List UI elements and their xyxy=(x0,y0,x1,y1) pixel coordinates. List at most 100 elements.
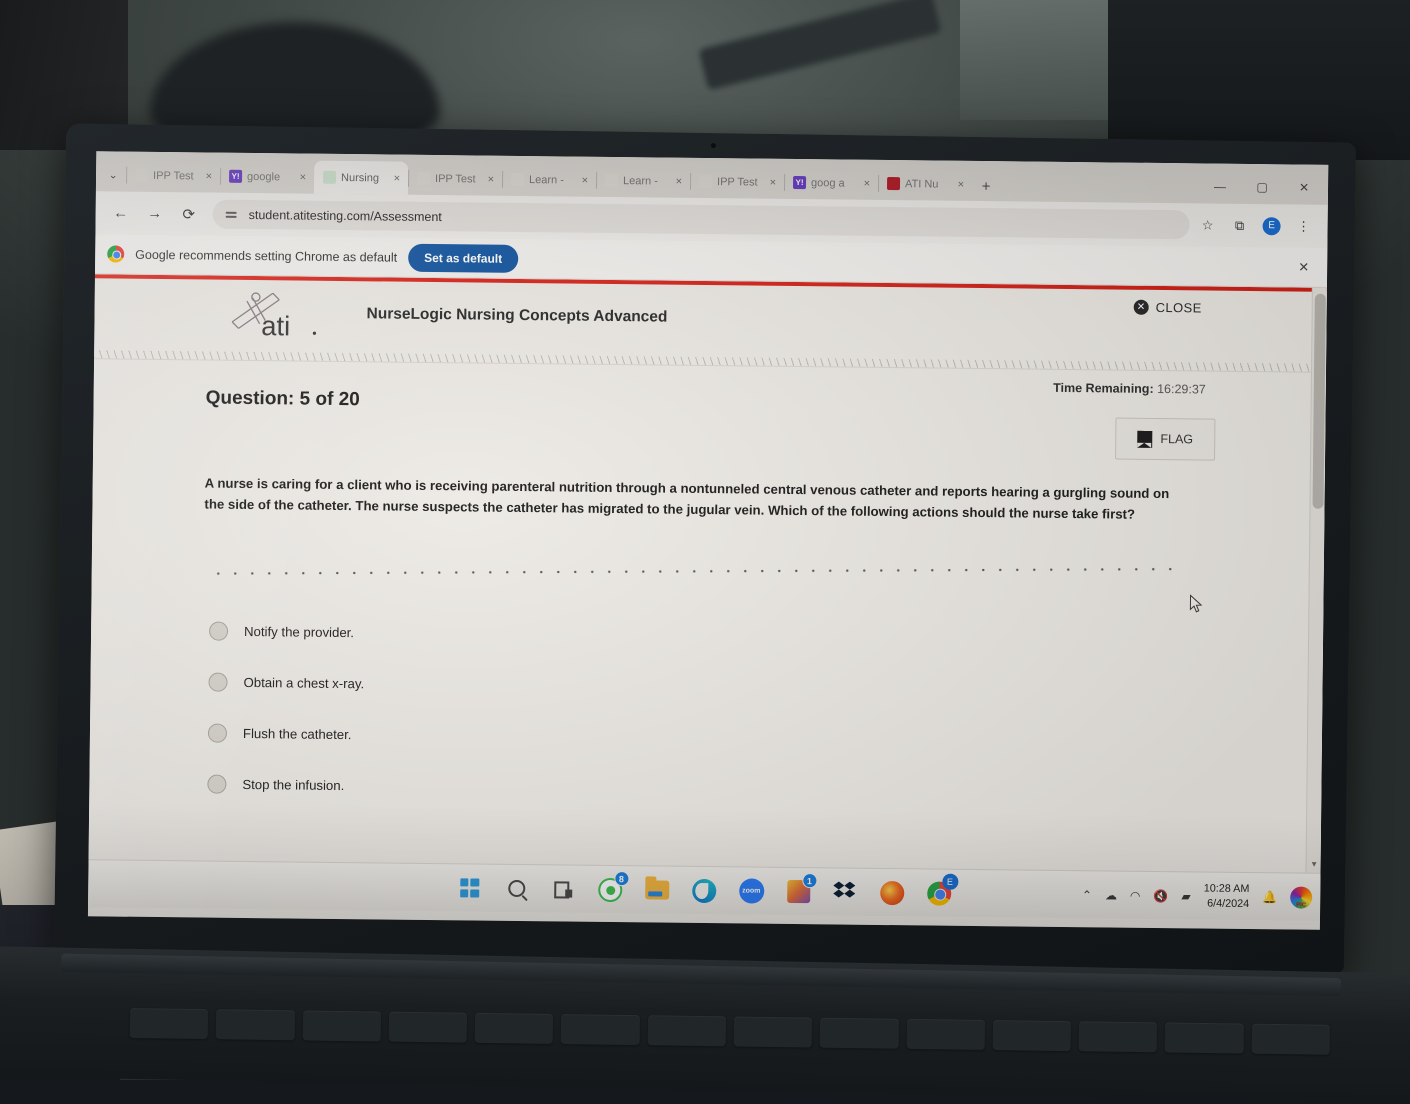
close-label: CLOSE xyxy=(1156,300,1202,316)
key xyxy=(734,1016,813,1047)
file-explorer-icon[interactable] xyxy=(644,876,671,903)
tab-close-icon[interactable]: × xyxy=(956,178,967,190)
tab-title: Learn - xyxy=(529,174,575,187)
tab-close-icon[interactable]: × xyxy=(768,176,779,188)
wifi-icon[interactable]: ◠ xyxy=(1130,889,1141,903)
reload-button[interactable]: ⟳ xyxy=(174,199,204,229)
key xyxy=(906,1019,985,1050)
radio-button[interactable] xyxy=(207,775,226,794)
option-label: Flush the catheter. xyxy=(243,726,352,742)
extensions-icon[interactable]: ⧉ xyxy=(1225,211,1253,239)
notification-bell-icon[interactable]: 🔔 xyxy=(1262,890,1277,904)
browser-tab-6[interactable]: IPP Test × xyxy=(690,165,784,199)
minimize-button[interactable]: — xyxy=(1200,171,1240,201)
zoom-icon[interactable]: zoom xyxy=(738,877,765,904)
windows-start-icon[interactable] xyxy=(456,874,483,901)
microsoft-store-icon[interactable]: 1 xyxy=(785,878,812,905)
chrome-profile-badge: E xyxy=(942,874,958,890)
photos-app-icon[interactable]: PIC xyxy=(1290,886,1312,908)
tab-title: IPP Test xyxy=(435,173,481,186)
profile-avatar[interactable]: E xyxy=(1257,212,1285,240)
answer-option-3[interactable]: Stop the infusion. xyxy=(207,759,908,818)
new-tab-button[interactable]: + xyxy=(972,171,1000,201)
bookmark-star-icon[interactable]: ☆ xyxy=(1193,211,1221,239)
browser-tab-8[interactable]: ATI Nu × xyxy=(878,167,972,201)
toolbar-actions: ☆ ⧉ E ⋮ xyxy=(1193,211,1317,240)
chrome-menu-icon[interactable]: ⋮ xyxy=(1289,212,1317,240)
laptop-screen: ⌄ IPP Test × Y! google × Nursing × xyxy=(88,151,1328,930)
forward-button[interactable]: → xyxy=(140,198,170,228)
browser-tab-4[interactable]: Learn - × xyxy=(502,163,596,197)
assessment-title: NurseLogic Nursing Concepts Advanced xyxy=(366,305,667,326)
answer-option-0[interactable]: Notify the provider. xyxy=(209,606,910,665)
tab-close-icon[interactable]: × xyxy=(674,175,685,187)
tab-search-chevron-icon[interactable]: ⌄ xyxy=(100,157,126,191)
browser-tab-1[interactable]: Y! google × xyxy=(220,160,314,194)
tab-title: google xyxy=(247,170,293,183)
question-text: A nurse is caring for a client who is re… xyxy=(204,473,1179,526)
tab-close-icon[interactable]: × xyxy=(580,174,591,186)
browser-tab-3[interactable]: IPP Test × xyxy=(408,162,502,196)
key xyxy=(130,1008,209,1039)
volume-muted-icon[interactable]: 🔇 xyxy=(1153,889,1168,903)
browser-tab-0[interactable]: IPP Test × xyxy=(126,159,220,193)
chrome-icon xyxy=(107,245,124,262)
tray-overflow-chevron-icon[interactable]: ⌃ xyxy=(1082,888,1092,902)
mouse-cursor xyxy=(1189,594,1202,613)
maximize-button[interactable]: ▢ xyxy=(1242,172,1282,202)
svg-text:ati: ati xyxy=(261,310,290,341)
page-scrollbar[interactable]: ▼ xyxy=(1305,288,1326,873)
assessment-page: ati NurseLogic Nursing Concepts Advanced… xyxy=(89,274,1327,873)
taskbar-clock[interactable]: 10:28 AM 6/4/2024 xyxy=(1203,882,1249,912)
tab-close-icon[interactable]: × xyxy=(204,170,215,182)
room-dark-area xyxy=(1108,0,1410,160)
close-assessment-button[interactable]: ✕ CLOSE xyxy=(1134,300,1202,316)
key xyxy=(820,1018,899,1049)
onedrive-icon[interactable]: ☁ xyxy=(1105,888,1117,902)
set-as-default-button[interactable]: Set as default xyxy=(408,243,518,272)
keyboard-function-row xyxy=(130,1008,1330,1059)
dropbox-icon[interactable] xyxy=(832,878,859,905)
bookmark-flag-icon xyxy=(1137,430,1152,447)
chrome-icon[interactable]: E xyxy=(926,879,953,906)
close-window-button[interactable]: ✕ xyxy=(1284,172,1324,202)
answer-option-1[interactable]: Obtain a chest x-ray. xyxy=(208,657,909,716)
key xyxy=(1079,1021,1158,1052)
scrollbar-thumb[interactable] xyxy=(1312,294,1325,509)
flag-question-button[interactable]: FLAG xyxy=(1115,418,1215,461)
browser-tab-7[interactable]: Y! goog a × xyxy=(784,166,878,200)
task-view-icon[interactable] xyxy=(550,875,577,902)
radio-button[interactable] xyxy=(209,622,228,641)
scroll-down-arrow-icon[interactable]: ▼ xyxy=(1307,857,1322,871)
close-icon: ✕ xyxy=(1134,300,1149,315)
whatsapp-icon[interactable]: 8 xyxy=(597,876,624,903)
key xyxy=(1165,1022,1244,1053)
infobar-dismiss-icon[interactable]: ✕ xyxy=(1298,259,1309,275)
browser-tab-2-active[interactable]: Nursing × xyxy=(314,161,408,195)
tab-title: Learn - xyxy=(623,175,669,188)
address-bar[interactable]: student.atitesting.com/Assessment xyxy=(213,200,1190,240)
taskbar-icons: 8 zoom 1 xyxy=(456,874,953,906)
doc-icon xyxy=(417,172,430,185)
browser-tab-5[interactable]: Learn - × xyxy=(596,164,690,198)
tab-title: IPP Test xyxy=(717,176,763,189)
radio-button[interactable] xyxy=(208,673,227,692)
site-settings-icon[interactable] xyxy=(226,207,240,221)
tab-close-icon[interactable]: × xyxy=(862,177,873,189)
zoom-label: zoom xyxy=(739,878,764,903)
photo-background: ⌄ IPP Test × Y! google × Nursing × xyxy=(0,0,1410,1080)
laptop-body: ⌄ IPP Test × Y! google × Nursing × xyxy=(54,123,1356,972)
radio-button[interactable] xyxy=(208,724,227,743)
tab-close-icon[interactable]: × xyxy=(486,173,497,185)
yahoo-icon: Y! xyxy=(229,170,242,183)
search-icon[interactable] xyxy=(503,875,530,902)
back-button[interactable]: ← xyxy=(106,198,136,228)
firefox-icon[interactable] xyxy=(879,879,906,906)
battery-charging-icon[interactable]: ▰ xyxy=(1181,889,1190,903)
time-remaining-label: Time Remaining: xyxy=(1053,381,1154,396)
tab-close-icon[interactable]: × xyxy=(392,172,403,184)
ati-logo: ati xyxy=(222,286,328,343)
answer-option-2[interactable]: Flush the catheter. xyxy=(208,708,909,767)
tab-close-icon[interactable]: × xyxy=(298,171,309,183)
edge-icon[interactable] xyxy=(691,877,718,904)
